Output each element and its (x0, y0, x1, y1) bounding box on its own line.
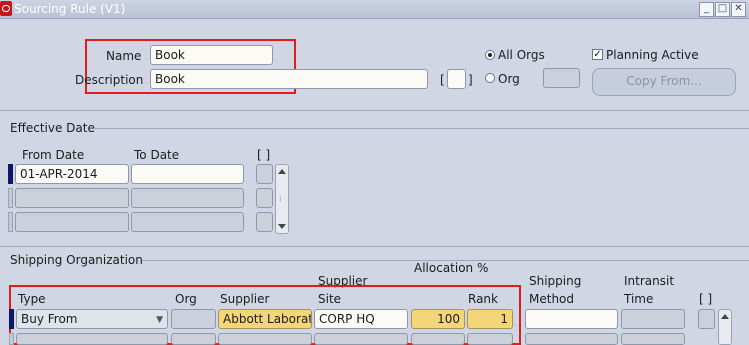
effective-scrollbar[interactable]: ⁝ (275, 164, 289, 234)
to-date-field[interactable] (131, 212, 244, 232)
description-field[interactable]: Book (150, 69, 428, 89)
description-label: Description (75, 73, 144, 87)
effective-flexfield[interactable] (256, 212, 273, 232)
chevron-down-icon[interactable]: ▼ (156, 313, 163, 328)
intransit-time-header-top: Intransit (624, 274, 675, 288)
effective-flexfield[interactable] (256, 164, 273, 184)
desc-flex-close: ] (468, 73, 473, 87)
current-row-marker[interactable] (8, 164, 13, 184)
effective-date-section-title: Effective Date (10, 121, 95, 135)
name-field[interactable]: Book (150, 45, 273, 65)
intransit-time-cell[interactable] (621, 309, 685, 329)
current-row-marker[interactable] (9, 309, 14, 329)
supplier-cell[interactable] (218, 333, 312, 345)
org-field[interactable] (543, 68, 580, 88)
all-orgs-radio[interactable] (485, 50, 495, 60)
supplier-site-cell[interactable] (314, 333, 408, 345)
from-date-field[interactable] (15, 188, 129, 208)
planning-active-checkbox[interactable]: ✓ (592, 49, 603, 60)
rank-cell[interactable] (467, 333, 513, 345)
to-date-field[interactable] (131, 188, 244, 208)
oracle-logo-icon[interactable] (0, 1, 12, 16)
supplier-cell[interactable]: Abbott Laborato (218, 309, 312, 329)
intransit-time-cell[interactable] (621, 333, 685, 345)
allocation-cell[interactable]: 100 (411, 309, 465, 329)
shipping-method-cell[interactable] (525, 333, 618, 345)
all-orgs-label: All Orgs (498, 48, 545, 62)
divider (95, 128, 749, 129)
scroll-down-icon[interactable] (278, 224, 286, 229)
type-select[interactable]: Buy From ▼ (16, 309, 168, 329)
to-date-header: To Date (134, 148, 180, 162)
divider (0, 110, 749, 111)
type-select-value: Buy From (21, 312, 78, 326)
supplier-site-cell[interactable]: CORP HQ (314, 309, 408, 329)
scroll-thumb-icon[interactable]: ⁝ (279, 195, 282, 204)
shipping-method-header-bottom: Method (529, 292, 575, 306)
supplier-header: Supplier (220, 292, 270, 306)
window-title: Sourcing Rule (V1) (14, 2, 126, 16)
divider (0, 246, 749, 247)
effective-flex-header: [ ] (257, 148, 271, 162)
from-date-header: From Date (22, 148, 85, 162)
scroll-up-icon[interactable] (721, 314, 729, 319)
type-header: Type (18, 292, 46, 306)
org-cell[interactable] (171, 309, 216, 329)
org-radio-label: Org (498, 72, 520, 86)
minimize-icon[interactable]: _ (699, 2, 714, 17)
shipping-flexfield[interactable] (698, 309, 715, 329)
copy-from-button[interactable]: Copy From... (592, 68, 736, 96)
shipping-method-header-top: Shipping (529, 274, 582, 288)
row-marker[interactable] (8, 212, 13, 232)
to-date-field[interactable] (131, 164, 244, 184)
intransit-time-header-bottom: Time (624, 292, 654, 306)
desc-flexfield[interactable] (447, 69, 466, 89)
org-cell[interactable] (171, 333, 216, 345)
shipping-scrollbar[interactable] (718, 309, 732, 345)
from-date-field[interactable] (15, 212, 129, 232)
planning-active-label: Planning Active (606, 48, 699, 62)
row-marker[interactable] (8, 188, 13, 208)
shipping-org-section-title: Shipping Organization (10, 253, 143, 267)
name-label: Name (106, 49, 142, 63)
supplier-site-header-bottom: Site (318, 292, 342, 306)
shipping-method-cell[interactable] (525, 309, 618, 329)
row-marker[interactable] (9, 333, 14, 345)
shipping-flex-header: [ ] (699, 292, 713, 306)
org-header: Org (175, 292, 197, 306)
close-icon[interactable]: ✕ (731, 2, 746, 17)
rank-header: Rank (468, 292, 498, 306)
desc-flex-open: [ (440, 73, 445, 87)
org-radio[interactable] (485, 73, 495, 83)
rank-cell[interactable]: 1 (467, 309, 513, 329)
scroll-up-icon[interactable] (278, 169, 286, 174)
type-select[interactable] (16, 333, 168, 345)
allocation-cell[interactable] (411, 333, 465, 345)
maximize-icon[interactable]: □ (715, 2, 730, 17)
allocation-header: Allocation % (414, 261, 489, 275)
effective-flexfield[interactable] (256, 188, 273, 208)
from-date-field[interactable]: 01-APR-2014 (15, 164, 129, 184)
